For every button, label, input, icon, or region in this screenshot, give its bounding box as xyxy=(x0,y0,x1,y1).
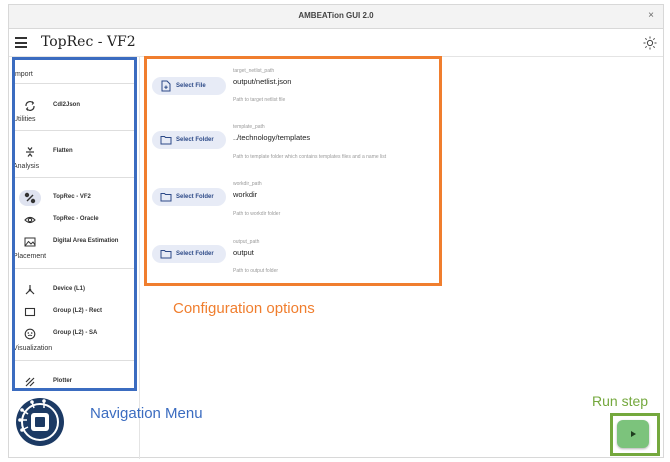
ambeation-logo xyxy=(14,396,66,448)
navigation-callout: Navigation Menu xyxy=(90,405,203,422)
run-callout: Run step xyxy=(592,393,649,409)
configuration-callout: Configuration options xyxy=(173,300,315,317)
window-title: AMBEATion GUI 2.0 xyxy=(298,11,374,20)
run-step-button[interactable] xyxy=(617,420,649,448)
hamburger-icon[interactable] xyxy=(15,37,27,48)
close-icon[interactable]: × xyxy=(648,10,654,21)
play-icon xyxy=(631,431,636,437)
sun-icon[interactable] xyxy=(643,36,657,50)
window-titlebar: AMBEATion GUI 2.0 × xyxy=(8,4,664,28)
configuration-highlight-box xyxy=(144,56,442,286)
app-header: TopRec - VF2 xyxy=(9,29,663,57)
page-title: TopRec - VF2 xyxy=(41,34,136,50)
navigation-highlight-box xyxy=(12,57,137,391)
